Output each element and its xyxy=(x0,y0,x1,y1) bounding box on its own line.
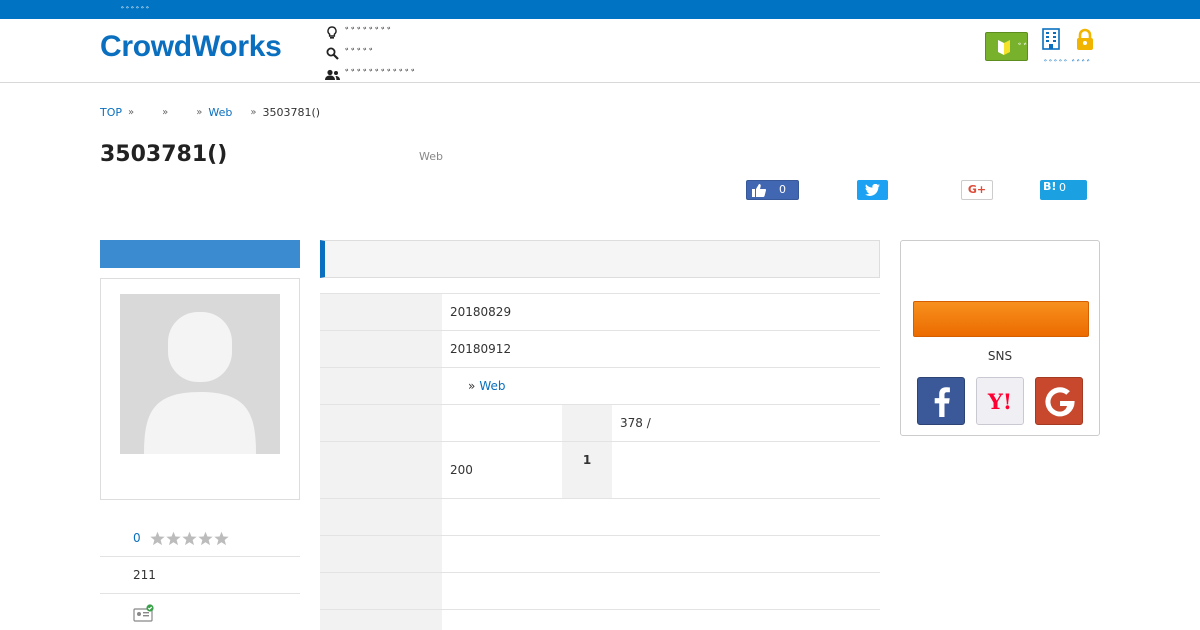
login-register-links[interactable]: ﾞﾞﾞﾞﾞ ﾞﾞﾞﾞ xyxy=(1044,56,1092,71)
google-icon xyxy=(1045,387,1075,417)
google-plus-share-button[interactable]: G+ xyxy=(961,180,993,200)
breadcrumb-current: 3503781() xyxy=(262,106,321,119)
star-icon xyxy=(214,531,229,546)
quantity-label: 1 xyxy=(562,441,612,499)
row-value xyxy=(442,535,880,573)
breadcrumb-separator: » xyxy=(162,107,169,118)
row-label xyxy=(320,404,442,442)
building-icon[interactable] xyxy=(1042,28,1060,54)
posted-date: 20180829 xyxy=(442,293,880,331)
table-row: 20180829 xyxy=(320,293,880,331)
search-icon xyxy=(324,47,340,60)
breadcrumb-separator: » xyxy=(250,107,257,118)
row-sub-label xyxy=(562,404,612,442)
budget-value: 200 xyxy=(442,441,562,499)
facebook-login-button[interactable] xyxy=(917,377,965,425)
twitter-share-button[interactable] xyxy=(857,180,888,200)
star-icon xyxy=(150,531,165,546)
breadcrumb: TOP » » » Web » 3503781() xyxy=(100,106,320,119)
beginner-leaf-icon xyxy=(996,38,1012,60)
apply-box: SNS Y! xyxy=(900,240,1100,436)
thumbs-up-icon xyxy=(752,184,767,201)
facebook-like-button[interactable]: 0 xyxy=(746,180,799,200)
deadline-date: 20180912 xyxy=(442,330,880,368)
client-verification-row xyxy=(100,594,300,630)
client-card xyxy=(100,278,300,500)
client-rating-row: 0 xyxy=(100,520,300,557)
apply-button[interactable] xyxy=(913,301,1089,337)
facebook-like-count: 0 xyxy=(779,183,786,196)
row-label xyxy=(320,609,442,630)
row-value xyxy=(612,441,880,499)
category-arrow: » xyxy=(468,379,476,393)
table-row: 200 1 xyxy=(320,441,880,499)
star-icon xyxy=(182,531,197,546)
view-count: 378 / xyxy=(612,404,880,442)
nav-item-find-workers[interactable]: ﾞﾞﾞﾞﾞﾞﾞﾞﾞﾞﾞﾞ xyxy=(324,64,418,85)
lock-icon[interactable] xyxy=(1074,28,1096,56)
facebook-icon xyxy=(934,387,950,417)
users-icon xyxy=(324,69,340,81)
site-header: CrowdWorks ﾞﾞﾞﾞﾞﾞﾞﾞ ﾞﾞﾞﾞﾞ ﾞﾞﾞﾞﾞﾞﾞﾞﾞﾞﾞﾞ ﾞ… xyxy=(0,19,1200,83)
projects-count: 211 xyxy=(133,568,156,582)
breadcrumb-web[interactable]: Web xyxy=(208,106,232,119)
svg-text:Y!: Y! xyxy=(987,389,1012,414)
yahoo-icon: Y! xyxy=(987,389,1012,414)
top-bar: ﾞﾞﾞﾞﾞﾞ xyxy=(0,0,1200,19)
nav-item-label: ﾞﾞﾞﾞﾞ xyxy=(345,47,377,61)
row-label xyxy=(320,441,442,499)
table-row: 378 / xyxy=(320,404,880,442)
client-avatar[interactable] xyxy=(120,294,280,454)
table-row xyxy=(320,535,880,573)
crowdworks-logo[interactable]: CrowdWorks xyxy=(100,30,282,64)
job-category[interactable]: Web xyxy=(419,150,443,163)
row-value xyxy=(442,404,562,442)
nav-item-label: ﾞﾞﾞﾞﾞﾞﾞﾞﾞﾞﾞﾞ xyxy=(345,68,419,82)
row-label xyxy=(320,367,442,405)
hatena-bookmark-button[interactable]: B! 0 xyxy=(1040,180,1087,200)
category-cell: » Web xyxy=(442,367,880,405)
client-section-header xyxy=(100,240,300,268)
row-label xyxy=(320,498,442,536)
row-label xyxy=(320,572,442,610)
top-bar-tagline: ﾞﾞﾞﾞﾞﾞ xyxy=(121,7,151,18)
nav-item-tips[interactable]: ﾞﾞﾞﾞﾞﾞﾞﾞ xyxy=(324,22,418,43)
breadcrumb-separator: » xyxy=(196,107,203,118)
twitter-bird-icon xyxy=(865,183,880,200)
nav-item-search-jobs[interactable]: ﾞﾞﾞﾞﾞ xyxy=(324,43,418,64)
row-label xyxy=(320,293,442,331)
star-icon xyxy=(166,531,181,546)
row-value xyxy=(442,498,880,536)
category-link[interactable]: Web xyxy=(479,379,505,393)
table-row: » Web xyxy=(320,367,880,405)
rating-stars xyxy=(150,531,229,546)
nav-item-label: ﾞﾞﾞﾞﾞﾞﾞﾞ xyxy=(345,26,395,40)
beginner-guide-button[interactable]: ﾞﾞﾞﾞﾞ xyxy=(985,32,1046,61)
row-value xyxy=(442,572,880,610)
job-details-header xyxy=(320,240,880,278)
hatena-bookmark-count: 0 xyxy=(1059,181,1066,194)
star-icon xyxy=(198,531,213,546)
client-projects-row: 211 xyxy=(100,557,300,594)
job-details-table: 20180829 20180912 » Web 378 / 200 1 xyxy=(320,293,880,630)
sns-login-label: SNS xyxy=(987,349,1013,363)
row-label xyxy=(320,330,442,368)
row-value xyxy=(442,609,880,630)
id-verified-icon xyxy=(133,604,155,626)
row-label xyxy=(320,535,442,573)
table-row xyxy=(320,498,880,536)
table-row xyxy=(320,572,880,610)
job-title: 3503781() xyxy=(100,142,228,167)
breadcrumb-top[interactable]: TOP xyxy=(100,106,122,119)
table-row: 20180912 xyxy=(320,330,880,368)
hatena-bookmark-icon: B! xyxy=(1043,180,1057,193)
rating-count[interactable]: 0 xyxy=(133,531,141,545)
google-login-button[interactable] xyxy=(1035,377,1083,425)
main-nav: ﾞﾞﾞﾞﾞﾞﾞﾞ ﾞﾞﾞﾞﾞ ﾞﾞﾞﾞﾞﾞﾞﾞﾞﾞﾞﾞ xyxy=(324,22,418,85)
breadcrumb-separator: » xyxy=(128,107,135,118)
lightbulb-icon xyxy=(324,25,340,40)
yahoo-login-button[interactable]: Y! xyxy=(976,377,1024,425)
table-row xyxy=(320,609,880,630)
